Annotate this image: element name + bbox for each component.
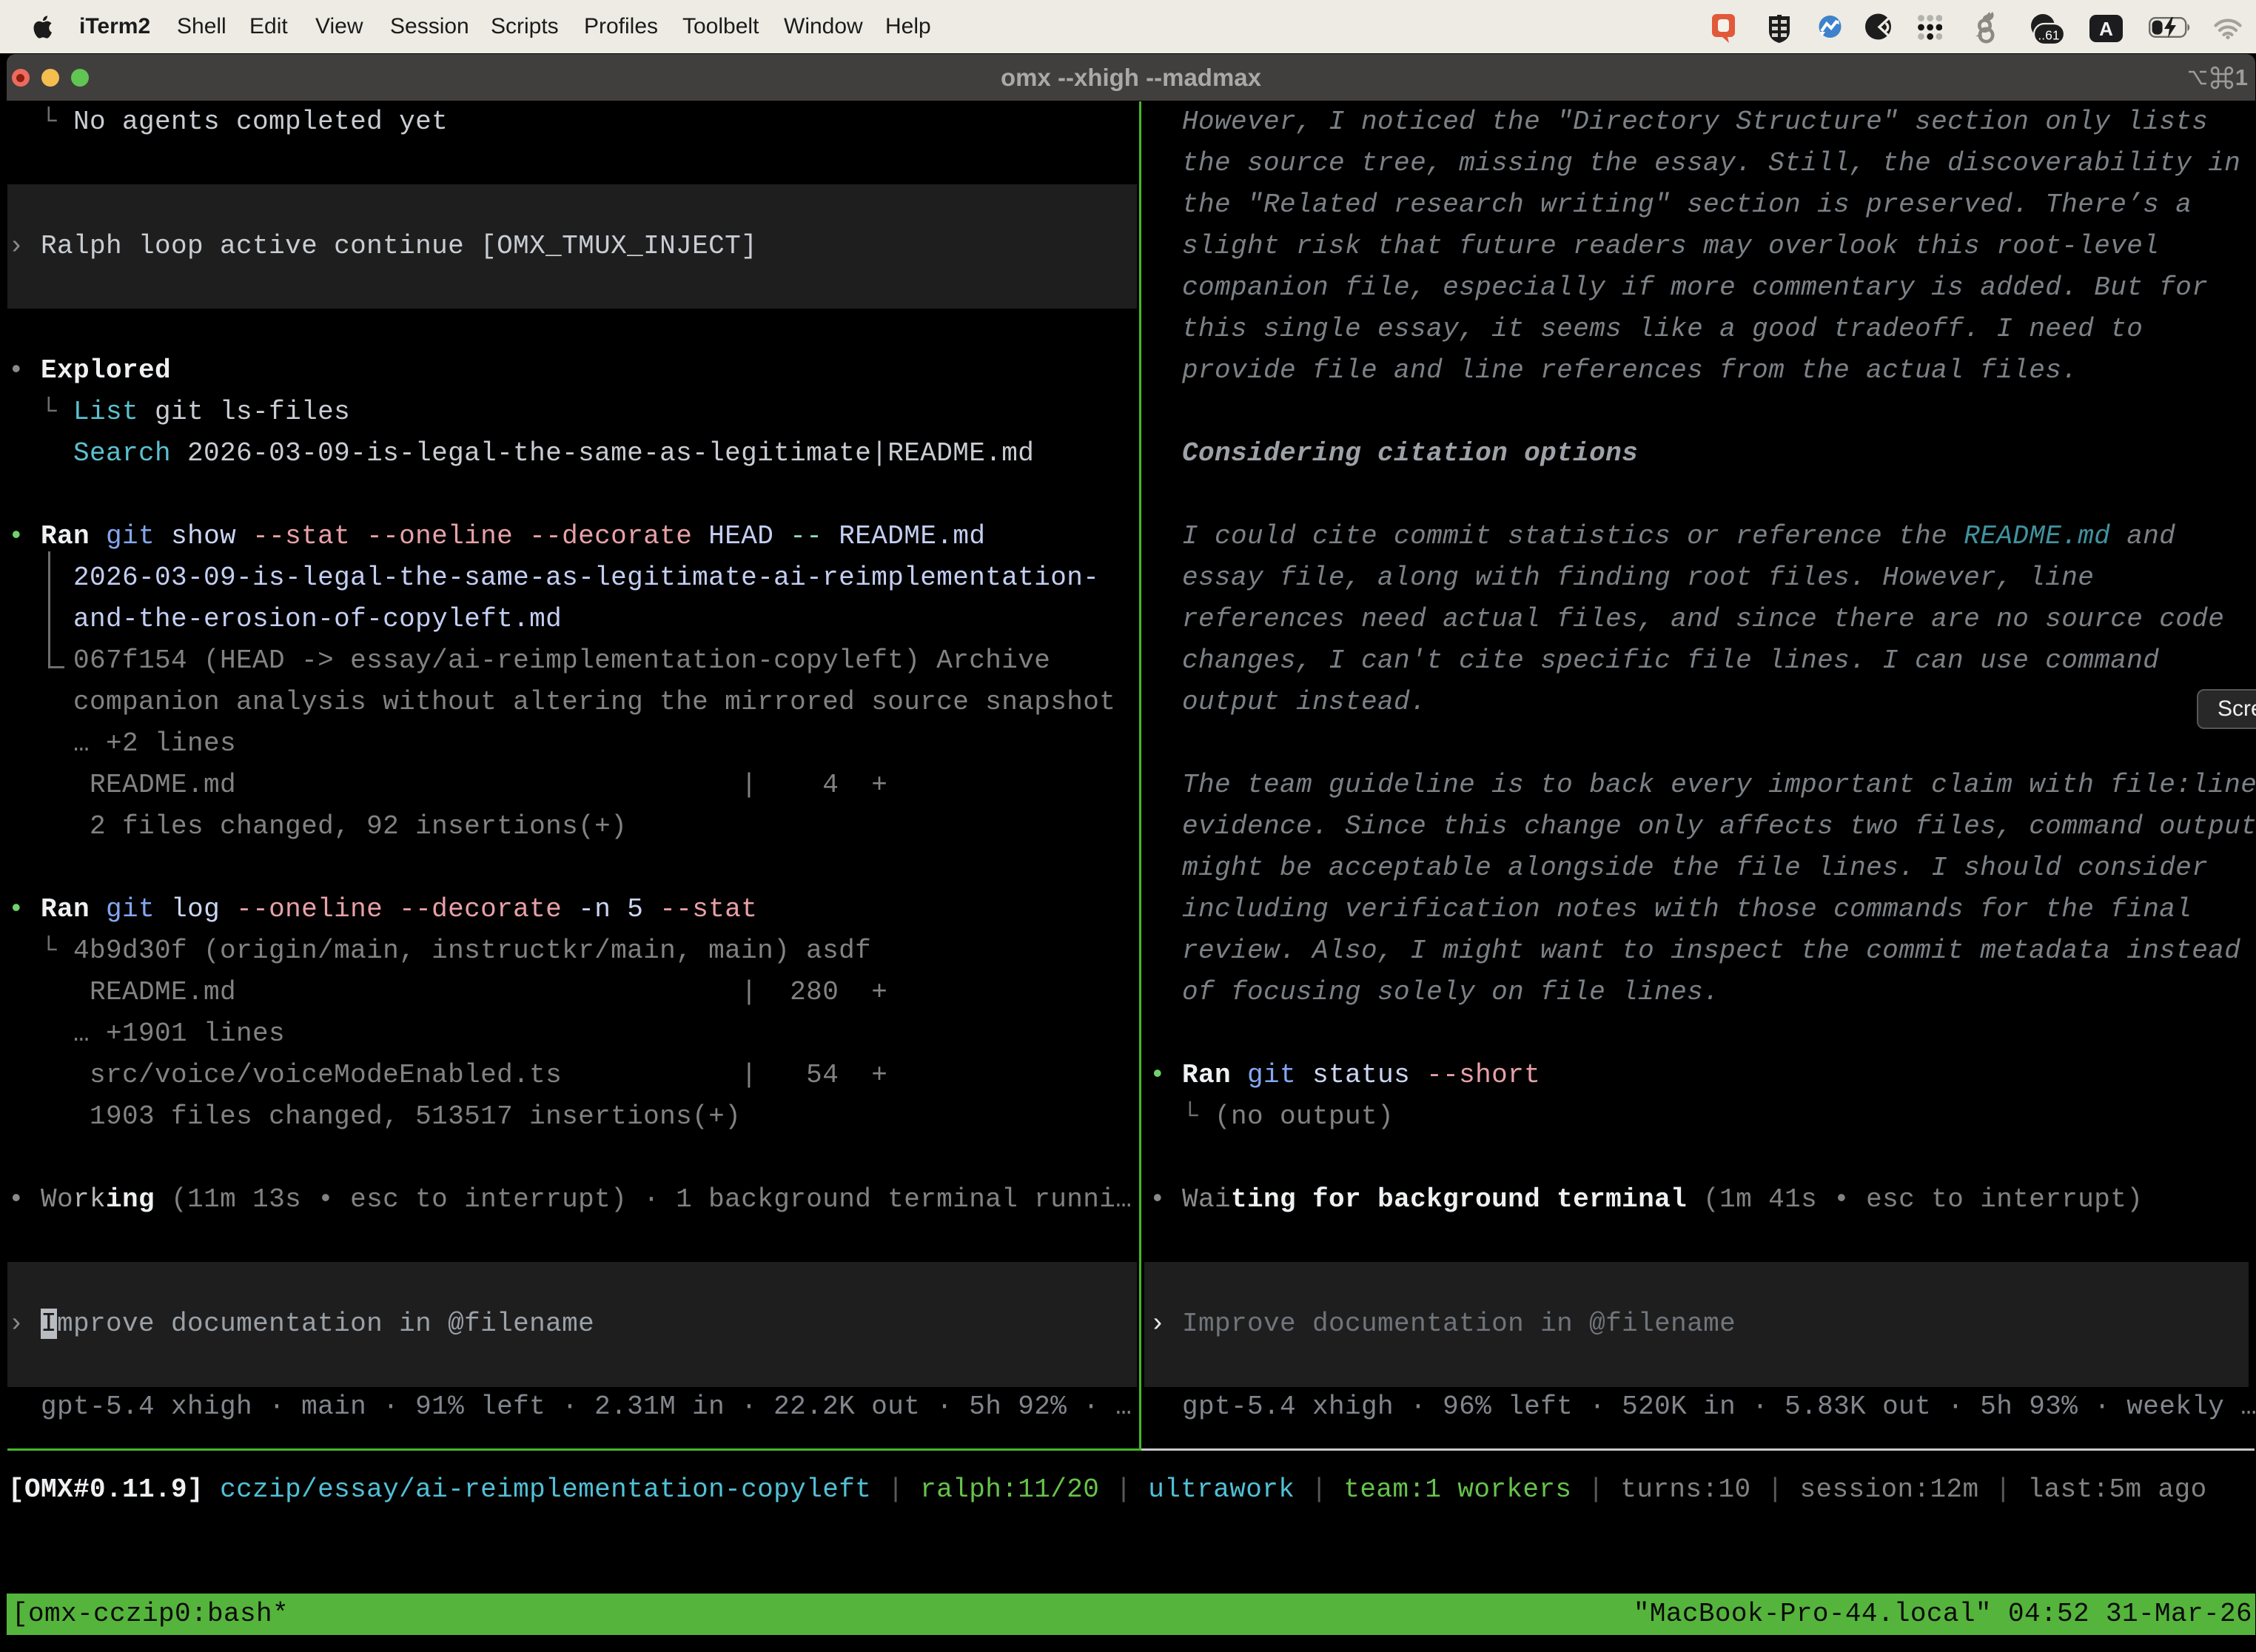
svg-text:A: A (2099, 18, 2113, 40)
svg-text:..61: ..61 (2038, 28, 2059, 43)
